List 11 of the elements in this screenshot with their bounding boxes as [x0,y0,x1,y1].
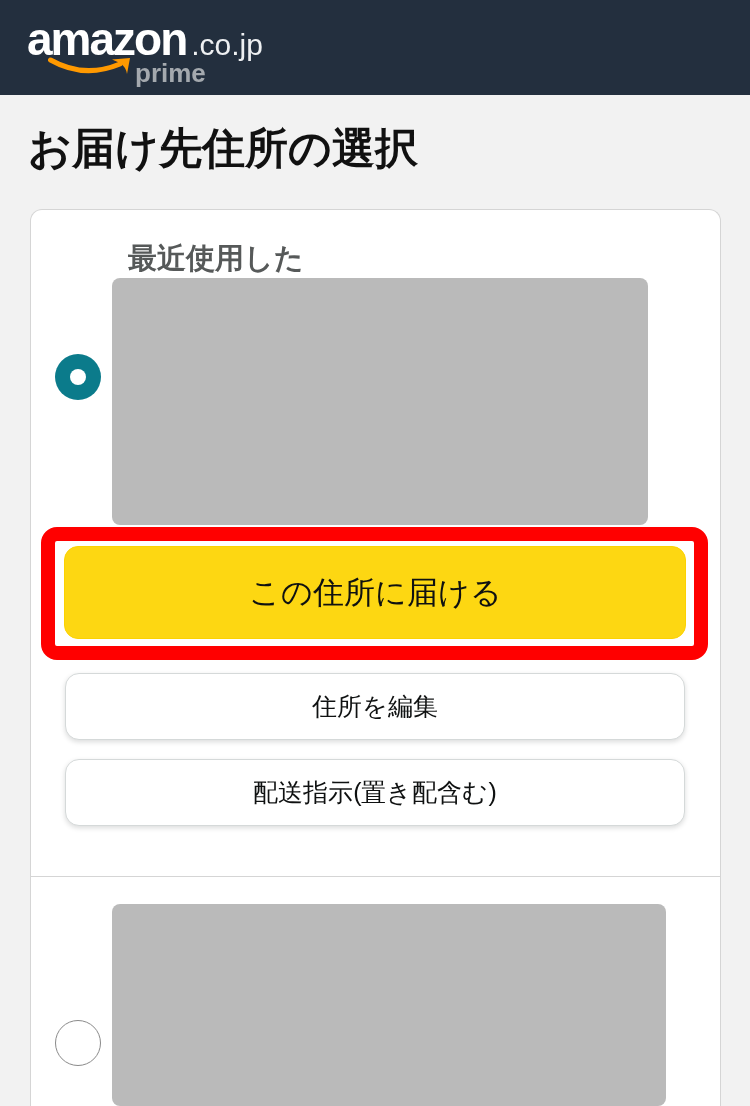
radio-button[interactable] [55,1020,101,1066]
smile-arrow-icon [48,57,132,76]
deliver-here-button[interactable]: この住所に届ける [64,546,686,639]
delivery-instructions-button[interactable]: 配送指示(置き配含む) [65,759,685,826]
page-title: お届け先住所の選択 [28,123,418,174]
radio-button[interactable] [55,354,101,400]
logo-domain: .co.jp [191,27,263,63]
recent-tag: 最近使用した [128,241,304,275]
logo-wordmark: amazon [27,16,187,62]
prime-badge-text: prime [135,60,206,86]
edit-address-button[interactable]: 住所を編集 [65,673,685,740]
